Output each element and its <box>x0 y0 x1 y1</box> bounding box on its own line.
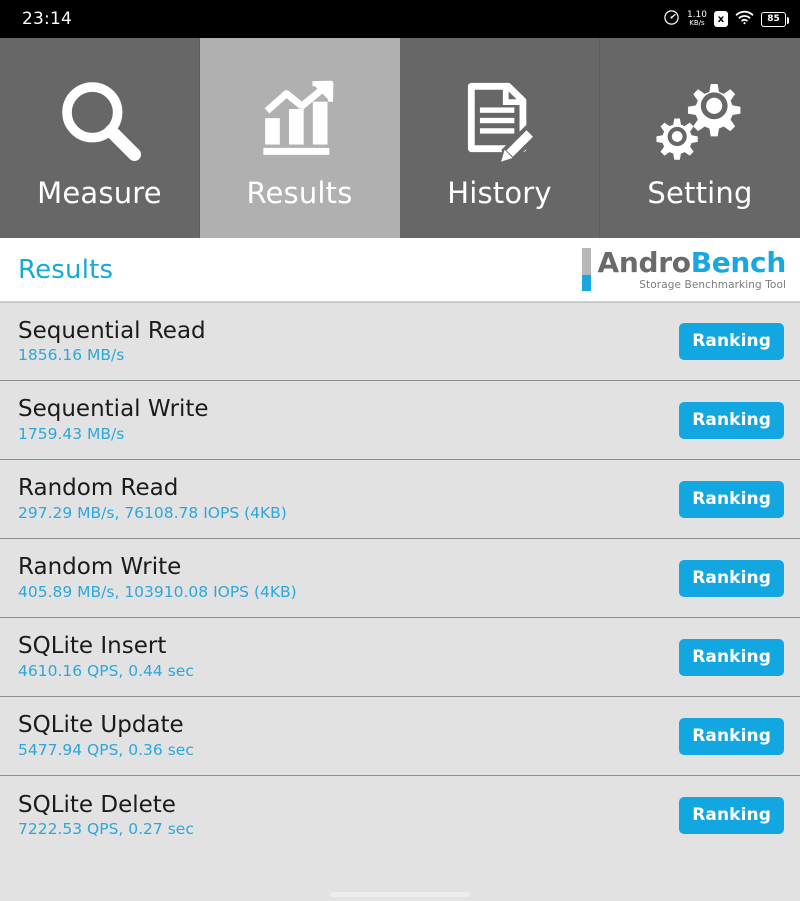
result-texts: Sequential Write 1759.43 MB/s <box>18 396 209 443</box>
result-name: SQLite Insert <box>18 633 167 660</box>
logo-bar-icon <box>582 248 592 291</box>
result-name: Random Write <box>18 554 182 581</box>
logo-andro: Andro <box>597 246 691 280</box>
ranking-button[interactable]: Ranking <box>679 717 784 755</box>
result-name: SQLite Update <box>18 712 184 739</box>
status-bar: 23:14 1.10 KB/s x 85 <box>0 0 800 38</box>
bar-chart-trend-icon <box>256 70 344 170</box>
result-value: 4610.16 QPS, 0.44 sec <box>18 661 194 680</box>
logo-wordmark: AndroBench <box>597 248 786 277</box>
result-texts: Sequential Read 1856.16 MB/s <box>18 317 206 365</box>
battery-icon: 85 <box>761 11 789 27</box>
table-row[interactable]: Sequential Read 1856.16 MB/s Ranking <box>0 302 800 381</box>
ranking-button[interactable]: Ranking <box>679 323 784 360</box>
gears-icon <box>654 70 746 170</box>
tab-history[interactable]: History <box>400 38 600 238</box>
result-name: SQLite Delete <box>18 791 176 818</box>
ranking-button[interactable]: Ranking <box>679 401 784 439</box>
table-row[interactable]: SQLite Insert 4610.16 QPS, 0.44 sec Rank… <box>0 618 800 697</box>
results-header: Results AndroBench Storage Benchmarking … <box>0 238 800 302</box>
ranking-button[interactable]: Ranking <box>679 559 784 597</box>
result-texts: Random Read 297.29 MB/s, 76108.78 IOPS (… <box>18 475 287 522</box>
ranking-button[interactable]: Ranking <box>679 797 784 834</box>
vpn-x-icon: x <box>714 11 728 27</box>
tab-results[interactable]: Results <box>200 38 400 238</box>
table-row[interactable]: SQLite Delete 7222.53 QPS, 0.27 sec Rank… <box>0 776 800 855</box>
gesture-nav-pill[interactable] <box>330 892 470 897</box>
table-row[interactable]: Random Write 405.89 MB/s, 103910.08 IOPS… <box>0 539 800 618</box>
logo-bench: Bench <box>690 246 787 280</box>
network-speed-unit: KB/s <box>689 19 705 27</box>
status-clock: 23:14 <box>22 9 72 29</box>
wifi-icon <box>735 10 754 29</box>
results-list: Sequential Read 1856.16 MB/s Ranking Seq… <box>0 302 800 855</box>
tab-measure[interactable]: Measure <box>0 38 200 238</box>
tab-bar: Measure Results History Setting <box>0 38 800 238</box>
result-name: Sequential Write <box>18 396 209 423</box>
ranking-button[interactable]: Ranking <box>679 480 784 518</box>
result-name: Sequential Read <box>18 317 206 344</box>
tab-setting[interactable]: Setting <box>600 38 800 238</box>
tab-setting-label: Setting <box>647 176 753 210</box>
logo-tagline: Storage Benchmarking Tool <box>639 278 786 291</box>
result-value: 7222.53 QPS, 0.27 sec <box>18 820 194 839</box>
result-value: 5477.94 QPS, 0.36 sec <box>18 740 194 759</box>
document-pencil-icon <box>457 70 543 170</box>
result-texts: SQLite Update 5477.94 QPS, 0.36 sec <box>18 712 194 759</box>
result-value: 297.29 MB/s, 76108.78 IOPS (4KB) <box>18 503 287 522</box>
table-row[interactable]: Sequential Write 1759.43 MB/s Ranking <box>0 381 800 460</box>
result-name: Random Read <box>18 475 179 502</box>
status-icons: 1.10 KB/s x 85 <box>663 9 789 30</box>
result-texts: SQLite Insert 4610.16 QPS, 0.44 sec <box>18 633 194 680</box>
network-speed: 1.10 KB/s <box>687 11 707 27</box>
logo-text: AndroBench Storage Benchmarking Tool <box>597 248 786 291</box>
tab-results-label: Results <box>246 176 353 210</box>
tab-history-label: History <box>447 176 552 210</box>
result-texts: Random Write 405.89 MB/s, 103910.08 IOPS… <box>18 554 297 601</box>
androbench-logo: AndroBench Storage Benchmarking Tool <box>582 248 786 291</box>
page-title: Results <box>18 254 114 285</box>
gesture-nav-bar <box>0 875 800 901</box>
magnifier-icon <box>54 70 146 170</box>
result-value: 405.89 MB/s, 103910.08 IOPS (4KB) <box>18 582 297 601</box>
table-row[interactable]: Random Read 297.29 MB/s, 76108.78 IOPS (… <box>0 460 800 539</box>
result-texts: SQLite Delete 7222.53 QPS, 0.27 sec <box>18 791 194 839</box>
speedometer-icon <box>663 9 680 30</box>
tab-measure-label: Measure <box>37 176 162 210</box>
result-value: 1759.43 MB/s <box>18 424 125 443</box>
app-root: 23:14 1.10 KB/s x 85 Measure Results His… <box>0 0 800 901</box>
table-row[interactable]: SQLite Update 5477.94 QPS, 0.36 sec Rank… <box>0 697 800 776</box>
ranking-button[interactable]: Ranking <box>679 638 784 676</box>
result-value: 1856.16 MB/s <box>18 346 125 365</box>
battery-level: 85 <box>767 14 780 24</box>
